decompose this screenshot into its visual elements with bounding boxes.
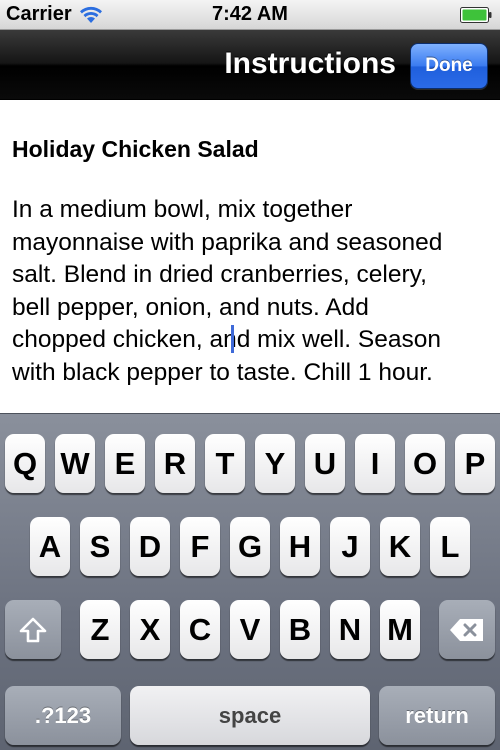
key-g[interactable]: G (230, 517, 270, 576)
status-bar: Carrier 7:42 AM (0, 0, 500, 30)
key-s[interactable]: S (80, 517, 120, 576)
return-key[interactable]: return (379, 686, 495, 745)
battery-icon (460, 6, 492, 23)
key-w[interactable]: W (55, 434, 95, 493)
instruction-line: In a medium bowl, mix together (12, 196, 353, 223)
key-x[interactable]: X (130, 600, 170, 659)
instruction-line: with black pepper to taste. Chill 1 hour… (12, 358, 433, 386)
backspace-icon (450, 618, 483, 641)
key-p[interactable]: P (455, 434, 495, 493)
key-h[interactable]: H (280, 517, 320, 576)
backspace-key[interactable] (439, 600, 495, 659)
page-title: Instructions (224, 47, 396, 80)
navigation-bar: Instructions Done (0, 30, 500, 100)
key-e[interactable]: E (105, 434, 145, 493)
recipe-title: Holiday Chicken Salad (12, 136, 259, 162)
keyboard: Q W E R T Y U I O P A S D F G H J K L Z … (0, 413, 500, 750)
instruction-line: bell pepper, onion, and nuts. Add (12, 293, 369, 321)
key-f[interactable]: F (180, 517, 220, 576)
key-a[interactable]: A (30, 517, 70, 576)
key-q[interactable]: Q (5, 434, 45, 493)
key-n[interactable]: N (330, 600, 370, 659)
key-r[interactable]: R (155, 434, 195, 493)
shift-icon (19, 617, 47, 642)
key-t[interactable]: T (205, 434, 245, 493)
key-c[interactable]: C (180, 600, 220, 659)
key-m[interactable]: M (380, 600, 420, 659)
key-z[interactable]: Z (80, 600, 120, 659)
instructions-text-view[interactable]: Holiday Chicken Salad In a medium bowl, … (0, 100, 500, 413)
key-j[interactable]: J (330, 517, 370, 576)
numbers-key[interactable]: .?123 (5, 686, 121, 745)
shift-key[interactable] (5, 600, 61, 659)
instruction-line: chopped chicken, and mix well. Season (12, 326, 442, 353)
key-k[interactable]: K (380, 517, 420, 576)
space-key[interactable]: space (130, 686, 370, 745)
recipe-instructions[interactable]: In a medium bowl, mix together mayonnais… (12, 194, 492, 389)
status-left: Carrier (6, 3, 104, 26)
key-l[interactable]: L (430, 517, 470, 576)
carrier-label: Carrier (6, 3, 72, 25)
done-button[interactable]: Done (410, 43, 488, 89)
key-o[interactable]: O (405, 434, 445, 493)
key-d[interactable]: D (130, 517, 170, 576)
instruction-line: mayonnaise with paprika and seasoned (12, 228, 443, 256)
wifi-icon (79, 6, 102, 23)
key-b[interactable]: B (280, 600, 320, 659)
text-cursor (231, 325, 234, 353)
key-i[interactable]: I (355, 434, 395, 493)
key-y[interactable]: Y (255, 434, 295, 493)
instruction-line: salt. Blend in dried cranberries, celery… (12, 261, 427, 288)
key-v[interactable]: V (230, 600, 270, 659)
key-u[interactable]: U (305, 434, 345, 493)
